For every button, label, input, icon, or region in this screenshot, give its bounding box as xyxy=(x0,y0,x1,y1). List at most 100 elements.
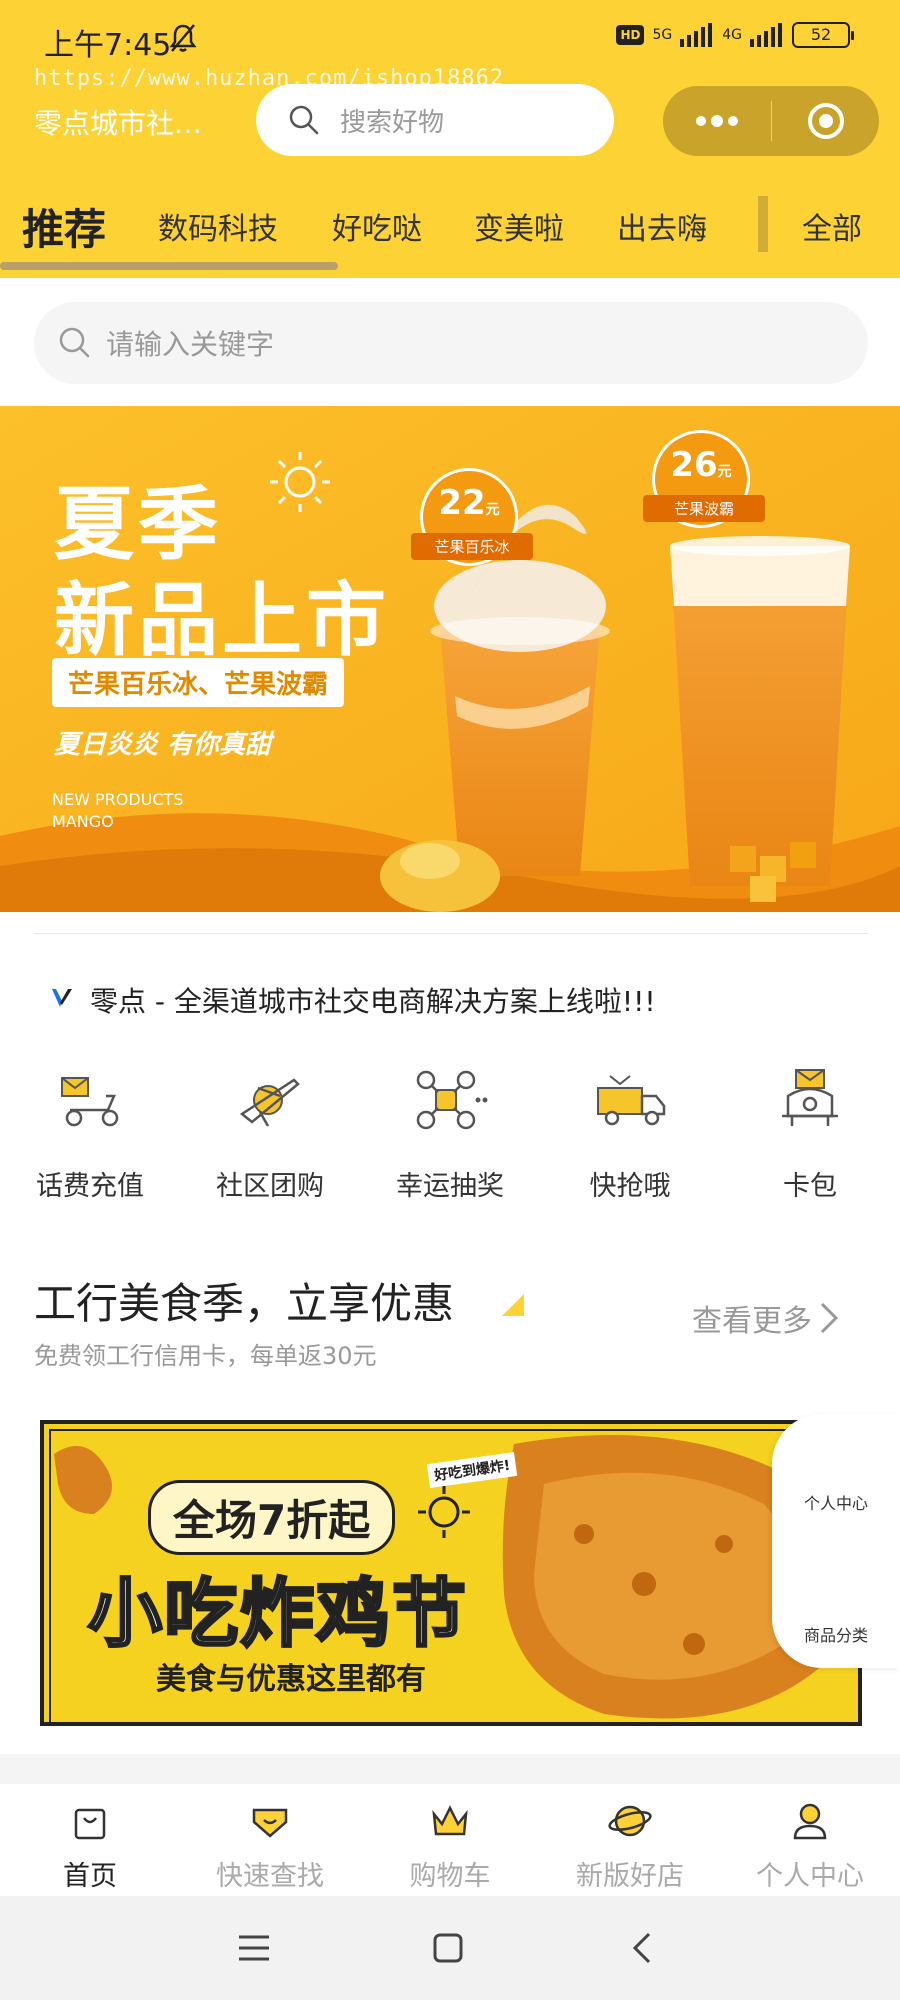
tab-digital[interactable]: 数码科技 xyxy=(158,204,278,248)
more-button[interactable] xyxy=(663,86,771,156)
price-badge-1-unit: 元 xyxy=(485,502,500,518)
hero-english-line1: NEW PRODUCTS xyxy=(52,790,184,809)
tab-travel[interactable]: 出去嗨 xyxy=(617,204,707,248)
search-icon xyxy=(289,105,319,135)
signal-icon xyxy=(750,23,782,47)
tab-quick-find[interactable]: 快速查找 xyxy=(180,1802,360,1893)
tab-cart[interactable]: 购物车 xyxy=(360,1802,540,1893)
price-badge-1-value: 22 xyxy=(438,483,486,523)
system-navigation-bar xyxy=(0,1896,900,2000)
delivery-scooter-icon xyxy=(61,1077,119,1127)
tab-cart-label: 购物车 xyxy=(409,1861,491,1892)
divider xyxy=(34,933,868,934)
price-badge-2-value: 26 xyxy=(670,445,718,485)
mailbox-icon xyxy=(782,1069,838,1126)
menu-button[interactable] xyxy=(232,1926,276,1970)
price-badge-1: 22元 芒果百乐冰 xyxy=(411,468,533,566)
truck-icon xyxy=(597,1075,666,1126)
more-dots-icon xyxy=(696,115,738,127)
tab-new-shops-label: 新版好店 xyxy=(576,1861,684,1892)
miniprogram-capsule xyxy=(663,86,879,156)
section-separator xyxy=(0,1754,900,1784)
tab-scroll-fade xyxy=(758,196,768,252)
tab-recommend[interactable]: 推荐 xyxy=(22,196,106,257)
quick-item-label: 话费充值 xyxy=(36,1171,144,1202)
food-banner-discount: 全场7折起 xyxy=(148,1480,396,1555)
planet-icon xyxy=(608,1805,652,1837)
status-indicators: HD 5G 4G 52 xyxy=(616,22,854,48)
hd-badge: HD xyxy=(616,25,645,45)
price-badge-2-label: 芒果波霸 xyxy=(643,495,765,522)
chevron-left-icon xyxy=(632,1932,651,1964)
top-search-placeholder: 搜索好物 xyxy=(340,107,445,138)
airplane-icon xyxy=(239,1078,300,1127)
menu-icon xyxy=(239,1935,269,1961)
bag-icon xyxy=(74,1808,106,1840)
signal-icon xyxy=(680,23,713,47)
view-more-label: 查看更多 xyxy=(692,1304,812,1339)
float-personal-center[interactable]: 个人中心 xyxy=(772,1490,900,1514)
keyword-search-placeholder: 请输入关键字 xyxy=(106,328,275,361)
tab-indicator xyxy=(0,262,338,270)
float-product-category[interactable]: 商品分类 xyxy=(772,1622,900,1646)
tab-profile-label: 个人中心 xyxy=(756,1861,864,1892)
hero-banner[interactable]: 夏季 新品上市 芒果百乐冰、芒果波霸 夏日炎炎 有你真甜 NEW PRODUCT… xyxy=(0,406,900,912)
network-5g-label: 5G xyxy=(652,27,673,43)
battery-indicator: 52 xyxy=(792,22,854,48)
bottom-tab-bar: 首页 快速查找 购物车 新版好店 个人中心 xyxy=(0,1784,900,1896)
quick-item-lottery[interactable]: 幸运抽奖 xyxy=(360,1066,540,1203)
tab-quick-find-label: 快速查找 xyxy=(216,1861,324,1892)
promo-subtitle: 免费领工行信用卡，每单返30元 xyxy=(34,1342,377,1370)
quick-item-label: 快抢哦 xyxy=(589,1171,671,1202)
quick-item-label: 社区团购 xyxy=(216,1171,324,1202)
hero-slogan: 夏日炎炎 有你真甜 xyxy=(54,730,272,760)
header: 上午7:45 HD 5G 4G 52 https://www.huzhan.co… xyxy=(0,0,900,278)
bell-muted-icon xyxy=(169,24,197,52)
shop-name[interactable]: 零点城市社… xyxy=(34,102,239,142)
announcement-bar[interactable]: 零点 - 全渠道城市社交电商解决方案上线啦!!! xyxy=(50,980,656,1020)
quick-item-card-wallet[interactable]: 卡包 xyxy=(720,1066,900,1203)
hero-products: 芒果百乐冰、芒果波霸 xyxy=(52,658,345,707)
price-badge-2-unit: 元 xyxy=(717,464,732,480)
chevron-right-icon xyxy=(820,1302,839,1334)
logo-icon xyxy=(52,989,72,1007)
drone-icon xyxy=(416,1070,488,1130)
triangle-decoration-icon xyxy=(502,1294,524,1316)
announcement-text: 零点 - 全渠道城市社交电商解决方案上线啦!!! xyxy=(90,985,656,1018)
quick-item-label: 卡包 xyxy=(783,1171,837,1202)
tab-beauty[interactable]: 变美啦 xyxy=(474,204,564,248)
tab-profile[interactable]: 个人中心 xyxy=(720,1802,900,1893)
user-icon xyxy=(793,1803,827,1840)
square-home-icon xyxy=(433,1933,463,1963)
tab-home-label: 首页 xyxy=(63,1861,117,1892)
close-miniprogram-button[interactable] xyxy=(772,86,879,156)
top-search-bar[interactable]: 搜索好物 xyxy=(256,84,614,156)
heart-badge-icon xyxy=(252,1808,288,1838)
back-button[interactable] xyxy=(620,1926,664,1970)
price-badge-2: 26元 芒果波霸 xyxy=(643,430,765,528)
search-icon xyxy=(59,327,90,358)
crown-icon xyxy=(432,1805,468,1836)
tab-all[interactable]: 全部 xyxy=(802,204,862,248)
keyword-search-bar[interactable]: 请输入关键字 xyxy=(34,302,868,384)
quick-menu: 话费充值 社区团购 幸运抽奖 快抢哦 卡包 xyxy=(0,1066,900,1206)
target-close-icon xyxy=(807,103,844,139)
status-time: 上午7:45 xyxy=(44,28,172,63)
tab-food[interactable]: 好吃哒 xyxy=(332,204,422,248)
promo-title: 工行美食季，立享优惠 xyxy=(34,1279,455,1328)
quick-item-topup[interactable]: 话费充值 xyxy=(0,1066,180,1203)
tab-home[interactable]: 首页 xyxy=(0,1802,180,1893)
network-4g-label: 4G xyxy=(722,27,742,43)
floating-side-menu: 个人中心 商品分类 xyxy=(772,1414,900,1668)
quick-item-group-buy[interactable]: 社区团购 xyxy=(180,1066,360,1203)
hero-title-line2: 新品上市 xyxy=(54,574,390,667)
fried-chicken-banner[interactable]: 好吃到爆炸! 全场7折起 小吃炸鸡节 美食与优惠这里都有 xyxy=(40,1420,862,1726)
view-more-link[interactable]: 查看更多 xyxy=(692,1296,840,1340)
quick-item-flash-sale[interactable]: 快抢哦 xyxy=(540,1066,720,1203)
price-badge-1-label: 芒果百乐冰 xyxy=(411,533,533,560)
hero-english-line2: MANGO xyxy=(52,812,114,831)
food-banner-title: 小吃炸鸡节 xyxy=(87,1570,468,1659)
food-banner-subtitle: 美食与优惠这里都有 xyxy=(156,1662,426,1697)
tab-new-shops[interactable]: 新版好店 xyxy=(540,1802,720,1893)
home-button[interactable] xyxy=(426,1926,470,1970)
